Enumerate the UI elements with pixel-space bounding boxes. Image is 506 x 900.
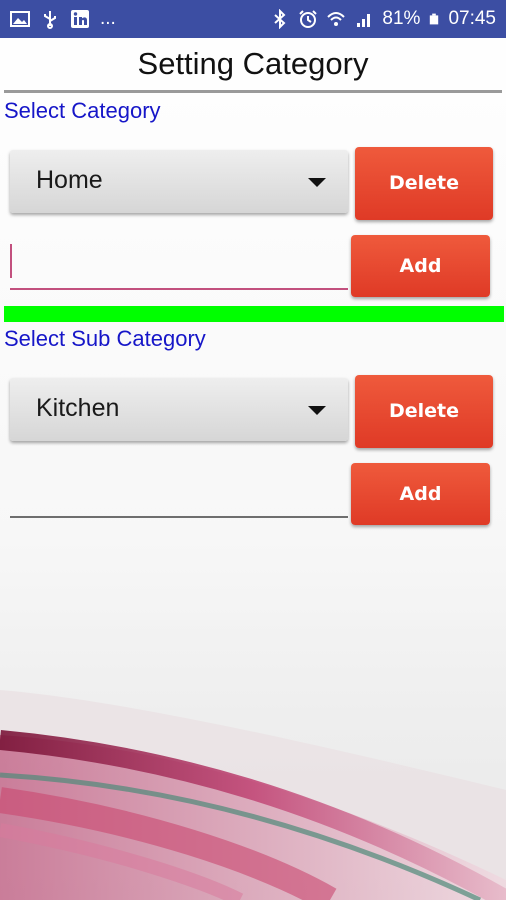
category-dropdown[interactable]: Home bbox=[10, 150, 348, 213]
select-sub-category-label: Select Sub Category bbox=[4, 326, 206, 351]
text-cursor bbox=[10, 244, 12, 278]
sub-category-add-button[interactable]: Add bbox=[351, 463, 490, 525]
bluetooth-icon bbox=[274, 9, 286, 29]
category-dropdown-value: Home bbox=[36, 166, 103, 194]
dropdown-arrow-icon bbox=[308, 406, 326, 415]
battery-icon bbox=[430, 13, 439, 25]
sub-category-input[interactable] bbox=[10, 464, 348, 518]
sub-category-dropdown-value: Kitchen bbox=[36, 394, 120, 422]
section-divider bbox=[4, 306, 504, 322]
dropdown-arrow-icon bbox=[308, 178, 326, 187]
usb-icon bbox=[44, 11, 56, 29]
clock: 07:45 bbox=[448, 8, 496, 29]
battery-percent: 81% bbox=[382, 8, 421, 29]
alarm-icon bbox=[299, 10, 318, 28]
wifi-icon bbox=[327, 12, 346, 26]
category-input[interactable] bbox=[10, 236, 348, 290]
more-notifications: ... bbox=[100, 8, 116, 29]
page-title: Setting Category bbox=[137, 46, 369, 81]
sub-category-dropdown[interactable]: Kitchen bbox=[10, 378, 348, 441]
category-delete-button[interactable]: Delete bbox=[355, 147, 493, 220]
category-add-button[interactable]: Add bbox=[351, 235, 490, 297]
settings-content: Setting Category Select Category Home De… bbox=[0, 38, 506, 900]
sub-category-delete-button[interactable]: Delete bbox=[355, 375, 493, 448]
signal-icon bbox=[357, 14, 371, 27]
select-category-label: Select Category bbox=[4, 98, 161, 123]
title-divider bbox=[4, 90, 502, 93]
image-icon bbox=[10, 11, 30, 27]
linkedin-icon bbox=[71, 10, 89, 28]
status-bar: ... 81% 07:45 bbox=[0, 0, 506, 38]
